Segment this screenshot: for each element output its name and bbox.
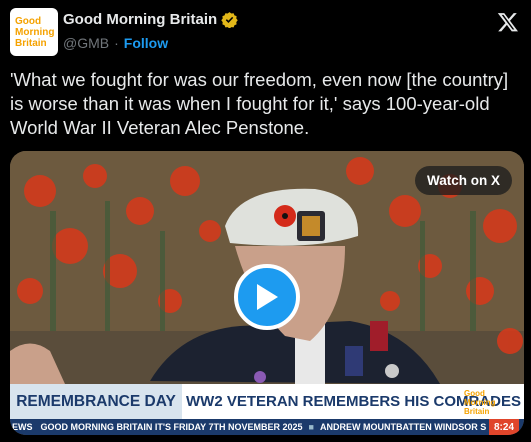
watch-on-x-button[interactable]: Watch on X	[415, 166, 512, 195]
tweet-text: 'What we fought for was our freedom, eve…	[10, 69, 509, 138]
name-line: Good Morning Britain	[63, 11, 238, 28]
ticker-prefix: EWS	[12, 422, 33, 432]
gmb-logo: Good Morning Britain	[464, 387, 510, 417]
x-logo-icon[interactable]	[497, 11, 519, 33]
lower-third-left: REMEMBRANCE DAY	[10, 384, 182, 419]
ticker-clock: 8:24	[489, 419, 519, 435]
news-ticker: EWS GOOD MORNING BRITAIN IT'S FRIDAY 7TH…	[10, 419, 524, 435]
verified-badge-icon	[221, 12, 238, 28]
ticker-item: ANDREW MOUNTBATTEN WINDSOR S	[319, 422, 487, 432]
avatar-text-line: Morning	[15, 26, 55, 38]
logo-text-line: Good	[464, 388, 485, 398]
handle-line: @GMB · Follow	[63, 35, 168, 51]
logo-text-line: Morning	[464, 397, 496, 407]
tweet-header: Good Morning Britain Good Morning Britai…	[0, 0, 531, 60]
account-handle[interactable]: @GMB	[63, 35, 109, 51]
avatar-text-line: Britain	[15, 37, 47, 49]
lower-third-left-label: REMEMBRANCE DAY	[16, 392, 176, 410]
avatar[interactable]: Good Morning Britain	[10, 8, 58, 56]
video-player[interactable]: Watch on X REMEMBRANCE DAY WW2 VETERAN R…	[10, 151, 524, 435]
separator: ·	[114, 35, 119, 51]
follow-button[interactable]: Follow	[124, 35, 168, 51]
avatar-text-line: Good	[15, 15, 42, 27]
play-button[interactable]	[234, 264, 300, 330]
ticker-item: GOOD MORNING BRITAIN IT'S FRIDAY 7TH NOV…	[40, 422, 303, 432]
logo-text-line: Britain	[464, 406, 490, 416]
play-icon	[257, 284, 278, 310]
ticker-separator: ■	[308, 422, 314, 432]
account-name[interactable]: Good Morning Britain	[63, 11, 217, 28]
